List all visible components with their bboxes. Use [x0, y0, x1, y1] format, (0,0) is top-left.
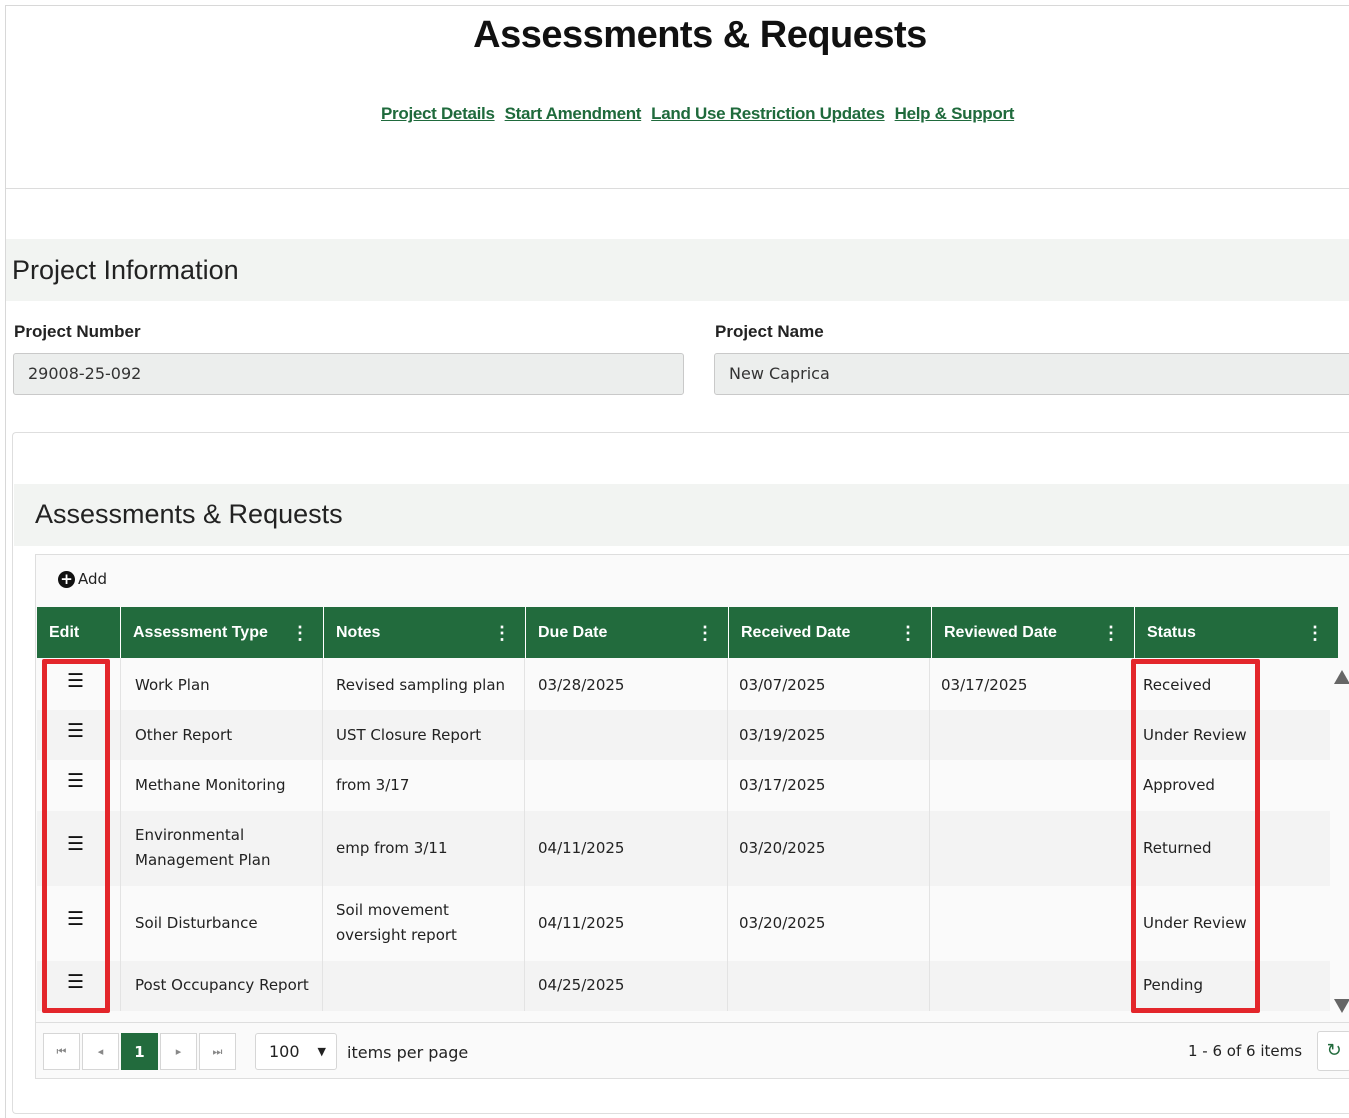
col-header-assessment-type[interactable]: Assessment Type ⋮ — [121, 607, 324, 658]
cell-notes: Soil movement oversight report — [336, 898, 457, 948]
col-header-status-label: Status — [1147, 624, 1196, 641]
first-page-button[interactable]: ⏮ — [43, 1033, 80, 1070]
status-column-highlight — [1131, 659, 1260, 1013]
project-number-label: Project Number — [14, 322, 141, 341]
project-number-field[interactable]: 29008-25-092 — [13, 353, 684, 395]
col-header-edit-label: Edit — [49, 624, 80, 641]
cell-due-date: 04/11/2025 — [538, 914, 625, 932]
cell-due-date: 03/28/2025 — [538, 676, 625, 694]
cell-assessment-type-line: Environmental — [135, 826, 245, 844]
project-name-field[interactable]: New Caprica — [714, 353, 1349, 395]
scroll-down-arrow[interactable] — [1334, 999, 1349, 1013]
cell-due-date: 04/11/2025 — [538, 839, 625, 857]
cell-reviewed-date: 03/17/2025 — [941, 676, 1028, 694]
col-header-assessment-type-label: Assessment Type — [133, 624, 268, 641]
col-header-reviewed-date-label: Reviewed Date — [944, 624, 1057, 641]
prev-page-button[interactable]: ◂ — [82, 1033, 119, 1070]
cell-notes-line: oversight report — [336, 926, 457, 944]
cell-assessment-type: Post Occupancy Report — [135, 976, 309, 994]
column-menu-icon[interactable]: ⋮ — [1306, 607, 1324, 659]
item-count: 1 - 6 of 6 items — [1188, 1042, 1303, 1060]
col-header-notes-label: Notes — [336, 624, 381, 641]
header-divider — [6, 188, 1349, 189]
col-header-received-date[interactable]: Received Date ⋮ — [729, 607, 932, 658]
add-label: Add — [78, 570, 108, 588]
link-start-amendment[interactable]: Start Amendment — [505, 104, 642, 123]
cell-notes: from 3/17 — [336, 776, 410, 794]
col-header-status[interactable]: Status ⋮ — [1135, 607, 1338, 658]
col-header-edit[interactable]: Edit — [37, 607, 121, 658]
last-page-button[interactable]: ⏭ — [199, 1033, 236, 1070]
cell-received-date: 03/07/2025 — [739, 676, 826, 694]
chevron-down-icon: ▼ — [317, 1045, 326, 1058]
cell-due-date: 04/25/2025 — [538, 976, 625, 994]
cell-assessment-type: Environmental Management Plan — [135, 823, 271, 873]
column-divider — [727, 658, 728, 1011]
cell-assessment-type-line: Management Plan — [135, 851, 271, 869]
refresh-icon[interactable]: ↻ — [1317, 1031, 1349, 1071]
column-menu-icon[interactable]: ⋮ — [899, 607, 917, 659]
link-land-use-restriction-updates[interactable]: Land Use Restriction Updates — [651, 104, 885, 123]
col-header-received-date-label: Received Date — [741, 624, 851, 641]
assessments-title: Assessments & Requests — [35, 499, 343, 529]
col-header-due-date[interactable]: Due Date ⋮ — [526, 607, 729, 658]
cell-received-date: 03/20/2025 — [739, 914, 826, 932]
cell-assessment-type: Work Plan — [135, 676, 210, 694]
column-menu-icon[interactable]: ⋮ — [291, 607, 309, 659]
page-button-current[interactable]: 1 — [121, 1033, 158, 1070]
edit-column-highlight — [42, 659, 110, 1013]
page-size-value: 100 — [269, 1042, 300, 1061]
add-button[interactable]: + Add — [58, 570, 107, 588]
cell-notes-line: Soil movement — [336, 901, 449, 919]
link-help-support[interactable]: Help & Support — [895, 104, 1015, 123]
cell-received-date: 03/17/2025 — [739, 776, 826, 794]
plus-circle-icon: + — [58, 570, 75, 588]
items-per-page-label: items per page — [347, 1043, 469, 1062]
project-info-title: Project Information — [12, 255, 239, 285]
cell-received-date: 03/19/2025 — [739, 726, 826, 744]
grid-header: Edit Assessment Type ⋮ Notes ⋮ Due Date ⋮ R… — [37, 607, 1338, 658]
col-header-reviewed-date[interactable]: Reviewed Date ⋮ — [932, 607, 1135, 658]
column-menu-icon[interactable]: ⋮ — [493, 607, 511, 659]
page-size-select[interactable]: 100 ▼ — [255, 1033, 337, 1070]
column-divider — [929, 658, 930, 1011]
page-title: Assessments & Requests — [473, 14, 927, 56]
cell-assessment-type: Soil Disturbance — [135, 914, 258, 932]
cell-assessment-type: Methane Monitoring — [135, 776, 286, 794]
cell-notes: emp from 3/11 — [336, 839, 448, 857]
col-header-due-date-label: Due Date — [538, 624, 608, 641]
column-divider — [322, 658, 323, 1011]
link-project-details[interactable]: Project Details — [381, 104, 495, 123]
column-menu-icon[interactable]: ⋮ — [1102, 607, 1120, 659]
scroll-up-arrow[interactable] — [1334, 670, 1349, 684]
cell-assessment-type: Other Report — [135, 726, 233, 744]
column-divider — [120, 658, 121, 1011]
top-nav: Project Details Start Amendment Land Use R… — [381, 104, 1024, 124]
cell-notes: UST Closure Report — [336, 726, 482, 744]
project-name-label: Project Name — [715, 322, 824, 341]
cell-received-date: 03/20/2025 — [739, 839, 826, 857]
column-menu-icon[interactable]: ⋮ — [696, 607, 714, 659]
column-divider — [524, 658, 525, 1011]
cell-notes: Revised sampling plan — [336, 676, 506, 694]
col-header-notes[interactable]: Notes ⋮ — [324, 607, 526, 658]
next-page-button[interactable]: ▸ — [160, 1033, 197, 1070]
